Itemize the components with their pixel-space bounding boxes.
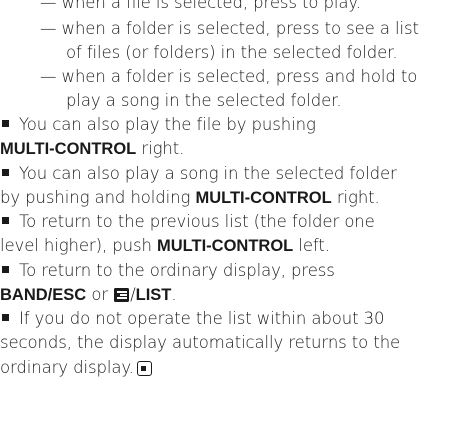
note-play-file-cont: MULTI-CONTROL right.	[0, 139, 185, 158]
dash-item-folder-hold: — when a folder is selected, press and h…	[40, 67, 418, 86]
note-timeout-cont: seconds, the display automatically retur…	[0, 333, 401, 352]
list-key: LIST	[135, 286, 172, 304]
band-esc-key: BAND/ESC	[0, 286, 87, 304]
end-of-section-icon	[136, 361, 152, 376]
note-play-folder-song-cont: by pushing and holding MULTI-CONTROL rig…	[0, 188, 380, 207]
multi-control-key: MULTI-CONTROL	[195, 189, 332, 207]
dash-item-play-file: — when a file is selected, press to play…	[40, 0, 361, 12]
bullet-square-icon	[2, 120, 9, 127]
note-play-folder-song: You can also play a song in the selected…	[0, 164, 397, 184]
note-return-previous: To return to the previous list (the fold…	[0, 212, 375, 232]
multi-control-key: MULTI-CONTROL	[0, 140, 137, 158]
note-return-ordinary-cont: BAND/ESC or /LIST.	[0, 285, 177, 304]
multi-control-key: MULTI-CONTROL	[156, 237, 294, 255]
dash-item-folder-list: — when a folder is selected, press to se…	[40, 19, 419, 38]
note-play-file: You can also play the file by pushing	[0, 115, 316, 135]
list-icon	[114, 288, 130, 302]
note-timeout-end: ordinary display.	[0, 358, 152, 378]
bullet-square-icon	[2, 217, 9, 224]
dash-item-folder-list-cont: of files (or folders) in the selected fo…	[66, 43, 398, 62]
bullet-square-icon	[2, 266, 9, 273]
dash-item-folder-hold-cont: play a song in the selected folder.	[66, 91, 342, 110]
bullet-square-icon	[2, 314, 9, 321]
note-return-ordinary: To return to the ordinary display, press	[0, 261, 335, 281]
note-return-previous-cont: level higher), push MULTI-CONTROL left.	[0, 236, 330, 255]
bullet-square-icon	[2, 169, 9, 176]
note-timeout: If you do not operate the list within ab…	[0, 309, 384, 329]
